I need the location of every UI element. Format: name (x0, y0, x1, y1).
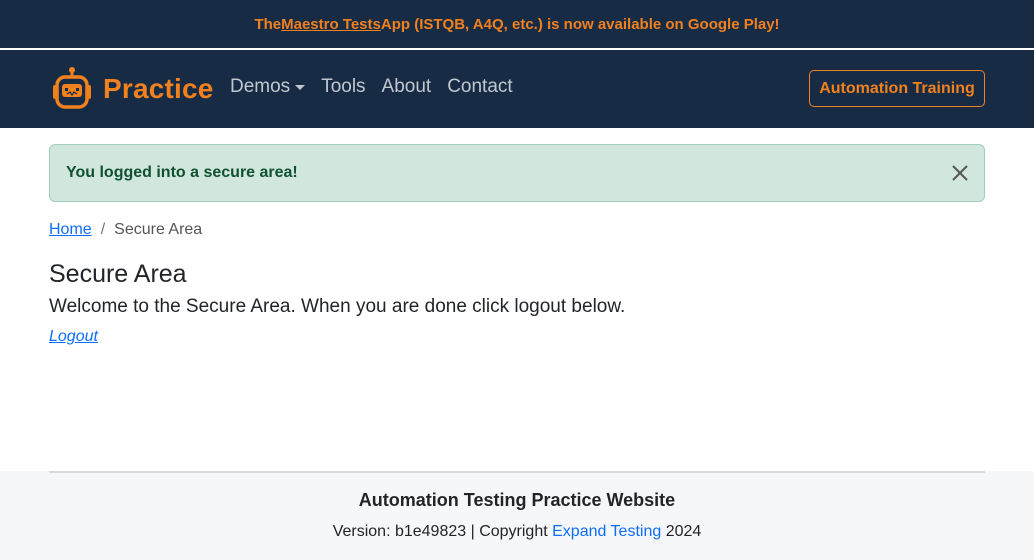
expand-testing-link[interactable]: Expand Testing (552, 523, 661, 540)
alert-message: You logged into a secure area! (66, 164, 298, 181)
nav-links: Demos Tools About Contact (222, 76, 521, 98)
nav-contact-link[interactable]: Contact (447, 76, 512, 98)
automation-training-button[interactable]: Automation Training (809, 70, 985, 107)
promo-text-before: The (254, 15, 282, 33)
navbar: Practice Demos Tools About Contact Autom… (0, 50, 1034, 128)
footer-divider (49, 471, 985, 473)
promo-banner: The Maestro Tests App (ISTQB, A4Q, etc.)… (0, 0, 1034, 48)
nav-about-link[interactable]: About (382, 76, 432, 98)
footer-version-prefix: Version: b1e49823 | Copyright (332, 523, 553, 540)
breadcrumb: Home / Secure Area (49, 221, 202, 239)
logout-link[interactable]: Logout (49, 328, 98, 346)
brand-name: Practice (103, 73, 214, 104)
maestro-tests-link[interactable]: Maestro Tests (281, 16, 381, 33)
nav-demos-dropdown[interactable]: Demos (230, 76, 306, 98)
footer-year: 2024 (661, 523, 702, 540)
caret-down-icon (295, 84, 306, 90)
footer-title: Automation Testing Practice Website (358, 490, 676, 510)
breadcrumb-home-link[interactable]: Home (49, 221, 92, 239)
nav-tools-link[interactable]: Tools (321, 76, 365, 98)
breadcrumb-current: Secure Area (114, 221, 203, 238)
page-title: Secure Area (49, 260, 187, 288)
welcome-message: Welcome to the Secure Area. When you are… (49, 296, 626, 317)
brand-link[interactable]: Practice (49, 66, 214, 112)
close-icon[interactable] (950, 163, 970, 183)
success-alert: You logged into a secure area! (49, 144, 985, 202)
promo-text-after: App (ISTQB, A4Q, etc.) is now available … (380, 15, 780, 33)
footer-version: Version: b1e49823 | Copyright Expand Tes… (0, 523, 1034, 541)
nav-demos-label: Demos (230, 76, 291, 97)
robot-logo-icon (53, 67, 91, 109)
breadcrumb-separator: / (100, 221, 106, 238)
footer: Automation Testing Practice Website Vers… (0, 471, 1034, 560)
